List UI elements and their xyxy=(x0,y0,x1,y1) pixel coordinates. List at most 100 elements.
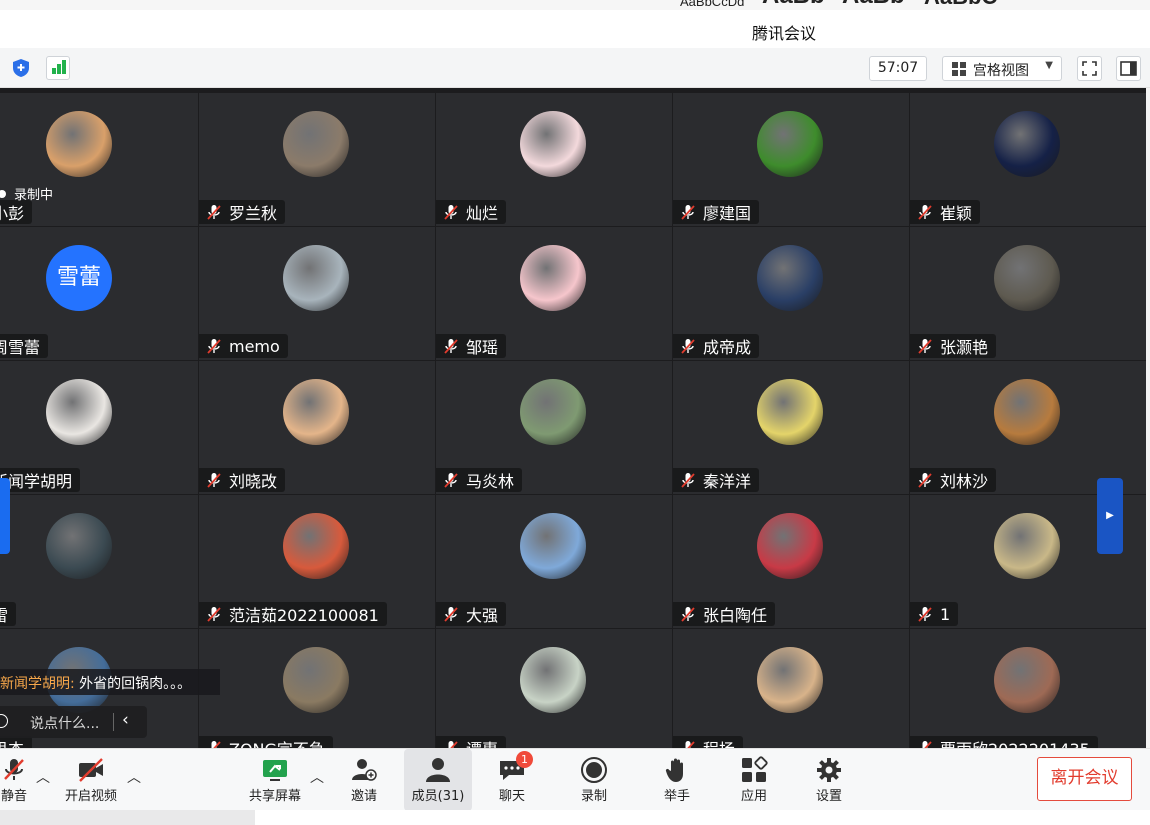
participant-tile[interactable]: memo xyxy=(199,227,435,360)
participant-nameplate: 张灏艳 xyxy=(910,334,997,358)
participant-tile[interactable]: 范洁茹2022100081 xyxy=(199,495,435,628)
participant-tile[interactable]: 马炎林 xyxy=(436,361,672,494)
fullscreen-button[interactable] xyxy=(1077,56,1102,81)
microphone-muted-icon xyxy=(207,473,221,488)
avatar xyxy=(994,647,1060,713)
chevron-left-icon[interactable]: ‹ xyxy=(122,710,129,730)
raise-hand-label: 举手 xyxy=(663,789,690,804)
participant-tile[interactable]: 刘晓改 xyxy=(199,361,435,494)
participant-nameplate: 贾雨欣2022201435 xyxy=(910,736,1098,748)
side-panel-icon xyxy=(1120,61,1137,76)
apps-button[interactable]: 应用 xyxy=(734,749,774,811)
participant-nameplate: 刘林沙 xyxy=(910,468,997,492)
participant-tile[interactable]: 新闻学胡明 xyxy=(0,361,198,494)
avatar xyxy=(46,379,112,445)
participant-name: 1 xyxy=(940,604,951,624)
next-page-button[interactable]: ▶ xyxy=(1097,478,1123,554)
avatar xyxy=(283,245,349,311)
share-options-caret-icon[interactable]: ︿ xyxy=(310,767,324,787)
avatar: 雪蕾 xyxy=(46,245,112,311)
style-preview-b: AaBb xyxy=(762,0,825,10)
participant-tile[interactable]: 廖建国 xyxy=(673,93,909,226)
participant-tile[interactable]: 雷 xyxy=(0,495,198,628)
participant-name: 张灏艳 xyxy=(940,338,989,357)
participant-name: 新闻学胡明 xyxy=(0,472,73,491)
avatar xyxy=(520,111,586,177)
mute-options-caret-icon[interactable]: ︿ xyxy=(36,767,50,787)
start-video-label: 开启视频 xyxy=(64,789,117,804)
participant-tile[interactable]: 罗兰秋 xyxy=(199,93,435,226)
avatar xyxy=(757,111,823,177)
side-panel-button[interactable] xyxy=(1116,56,1141,81)
participant-nameplate: 邹瑶 xyxy=(436,334,507,358)
participant-tile[interactable]: 秦洋洋 xyxy=(673,361,909,494)
record-button[interactable]: 录制 xyxy=(576,749,612,811)
participant-nameplate: 秦洋洋 xyxy=(673,468,760,492)
mute-button[interactable]: 静音 xyxy=(0,749,38,811)
participant-name: 刘晓改 xyxy=(229,472,278,491)
settings-button[interactable]: 设置 xyxy=(810,749,848,811)
quick-chat-input[interactable]: 说点什么... ‹ xyxy=(0,706,147,738)
style-preview-c: AaBb xyxy=(842,0,905,10)
participant-name: 大强 xyxy=(466,606,499,625)
divider xyxy=(113,713,114,731)
camera-off-icon xyxy=(79,758,103,782)
avatar xyxy=(757,379,823,445)
microphone-muted-icon xyxy=(918,607,932,622)
leave-meeting-button[interactable]: 离开会议 xyxy=(1037,757,1132,801)
word-ribbon-remnant: AaBbCcDd AaBb AaBb AaBbC xyxy=(0,0,1150,10)
avatar xyxy=(46,513,112,579)
style-preview-d: AaBbC xyxy=(924,0,997,10)
gear-icon xyxy=(817,758,841,782)
participant-nameplate: 灿烂 xyxy=(436,200,507,224)
participant-tile[interactable]: ZONG完不急 xyxy=(199,629,435,748)
participant-tile[interactable]: 大强 xyxy=(436,495,672,628)
record-icon xyxy=(581,757,607,783)
apps-label: 应用 xyxy=(740,789,767,804)
participant-nameplate: memo xyxy=(199,334,288,358)
microphone-muted-icon xyxy=(207,607,221,622)
network-signal-icon[interactable] xyxy=(46,56,70,80)
participant-nameplate: ZONG完不急 xyxy=(199,736,333,748)
participant-tile[interactable]: 谭惠 xyxy=(436,629,672,748)
participant-nameplate: 小彭 xyxy=(0,200,33,224)
start-video-button[interactable]: 开启视频 xyxy=(60,749,122,811)
participant-name: 雷 xyxy=(0,606,9,625)
participant-name: 罗兰秋 xyxy=(229,204,278,223)
invite-label: 邀请 xyxy=(350,789,377,804)
view-mode-label: 宫格视图 xyxy=(973,63,1029,79)
participant-tile[interactable]: 邹瑶 xyxy=(436,227,672,360)
meeting-toolbar: 57:07 宫格视图 ▼ xyxy=(0,48,1150,88)
avatar xyxy=(757,647,823,713)
security-shield-icon[interactable] xyxy=(10,57,32,79)
participant-nameplate: 大强 xyxy=(436,602,507,626)
participant-name: ZONG完不急 xyxy=(229,736,325,748)
emoji-icon[interactable] xyxy=(0,714,8,728)
members-label: 成员(31) xyxy=(411,789,465,804)
window-footer xyxy=(0,810,1150,825)
participant-tile[interactable]: 灿烂 xyxy=(436,93,672,226)
participant-tile[interactable]: 程扬 xyxy=(673,629,909,748)
share-screen-button[interactable]: 共享屏幕 xyxy=(245,749,305,811)
participant-tile[interactable]: 张灏艳 xyxy=(910,227,1146,360)
microphone-muted-icon xyxy=(681,339,695,354)
participant-nameplate: 范洁茹2022100081 xyxy=(199,602,387,626)
members-button[interactable]: 成员(31) xyxy=(404,749,472,811)
participant-nameplate: 廖建国 xyxy=(673,200,760,224)
participant-tile[interactable]: 成帝成 xyxy=(673,227,909,360)
participant-tile[interactable]: 刘林沙 xyxy=(910,361,1146,494)
participant-tile[interactable]: 崔颖 xyxy=(910,93,1146,226)
chat-unread-badge: 1 xyxy=(516,751,533,768)
participant-tile[interactable]: 雪蕾 周雪蕾 xyxy=(0,227,198,360)
share-screen-label: 共享屏幕 xyxy=(248,789,301,804)
video-options-caret-icon[interactable]: ︿ xyxy=(127,767,141,787)
participant-tile[interactable]: 小彭 xyxy=(0,93,198,226)
raise-hand-button[interactable]: 举手 xyxy=(658,749,696,811)
participant-tile[interactable]: 贾雨欣2022201435 xyxy=(910,629,1146,748)
avatar xyxy=(757,513,823,579)
prev-page-button[interactable] xyxy=(0,478,10,554)
participant-tile[interactable]: 张白陶任 xyxy=(673,495,909,628)
avatar xyxy=(283,111,349,177)
view-mode-dropdown[interactable]: 宫格视图 ▼ xyxy=(942,56,1062,81)
invite-button[interactable]: 邀请 xyxy=(344,749,384,811)
